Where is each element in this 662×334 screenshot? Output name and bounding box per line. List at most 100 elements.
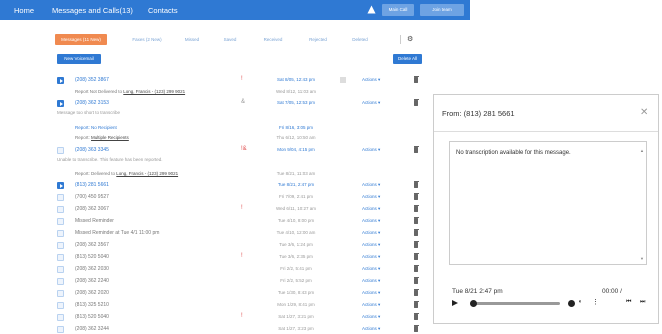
next-icon[interactable]: ⏭ [640,299,645,306]
table-row[interactable]: (208) 362 3067! Wed 6/11, 10:27 am Actions… [57,205,425,214]
table-row[interactable]: (208) 362 2030 Fri 2/2, 5:41 pm Actions ▾ [57,265,425,274]
actions-menu[interactable]: Actions ▾ [362,206,380,212]
table-row[interactable]: (700) 450 9527 Fri 7/09, 2:41 pm Actions ▾ [57,193,425,202]
checkbox-icon[interactable] [57,194,64,201]
table-row[interactable]: (813) 520 5040! Tue 3/6, 2:35 pm Actions ▾ [57,253,425,262]
actions-menu[interactable]: Actions ▾ [362,266,380,272]
trash-icon[interactable] [413,289,419,296]
trash-icon[interactable] [413,217,419,224]
actions-menu[interactable]: Actions ▾ [362,218,380,224]
row-number[interactable]: (208) 362 2240 [75,278,109,284]
row-number[interactable]: (208) 362 3244 [75,326,109,332]
actions-menu[interactable]: Actions ▾ [362,326,380,332]
table-row[interactable]: (208) 362 2240 Fri 2/2, 5:52 pm Actions ▾ [57,277,425,286]
tab-faxes[interactable]: Faxes (2 New) [127,34,167,45]
trash-icon[interactable] [413,253,419,260]
row-number[interactable]: (208) 362 3567 [75,242,109,248]
previous-icon[interactable]: ⏮ [626,299,631,306]
row-number[interactable]: (813) 520 5040 [75,314,109,320]
table-row[interactable]: (813) 281 5661 Tue 8/21, 2:47 pm Actions ▾ [57,181,425,190]
actions-menu[interactable]: Actions ▾ [362,278,380,284]
trash-icon[interactable] [413,76,419,83]
trash-icon[interactable] [413,181,419,188]
table-row[interactable]: (813) 325 5210 Mon 1/29, 8:41 pm Actions ▾ [57,301,425,310]
report-link-4[interactable]: Long, Francis - (123) 299 9021 [116,171,178,176]
trash-icon[interactable] [413,301,419,308]
row-number[interactable]: (208) 362 3153 [75,100,109,106]
checkbox-icon[interactable] [57,254,64,261]
trash-icon[interactable] [413,99,419,106]
tab-received[interactable]: Received [255,34,291,45]
actions-menu[interactable]: Actions ▾ [362,242,380,248]
trash-icon[interactable] [413,325,419,332]
trash-icon[interactable] [413,193,419,200]
audio-progress-thumb[interactable] [470,300,477,307]
row-number[interactable]: (813) 520 5040 [75,254,109,260]
join-team-button[interactable]: Join team [420,4,464,16]
actions-menu[interactable]: Actions ▾ [362,254,380,260]
checkbox-icon[interactable] [57,278,64,285]
row-number[interactable]: (813) 325 5210 [75,302,109,308]
actions-menu[interactable]: Actions ▾ [362,77,380,83]
warning-icon[interactable] [367,5,376,14]
table-row[interactable]: (208) 362 3153 & Sat 7/05, 12:53 pm Actions… [57,99,425,108]
report-link-3[interactable]: Multiple Recipients [91,135,129,140]
trash-icon[interactable] [413,313,419,320]
nav-contacts[interactable]: Contacts [148,6,178,15]
checkbox-icon[interactable] [57,206,64,213]
tab-rejected[interactable]: Rejected [301,34,335,45]
nav-home[interactable]: Home [14,6,34,15]
table-row[interactable]: (208) 352 3867! Sat 8/05, 12:43 pm Actions… [57,76,425,85]
delete-all-button[interactable]: Delete All [393,54,422,64]
close-icon[interactable]: ✕ [640,107,648,118]
table-row[interactable]: (208) 362 2020 Tue 1/30, 8:43 pm Actions ▾ [57,289,425,298]
scroll-up-icon[interactable]: ▲ [640,148,644,153]
row-number[interactable]: (208) 362 2030 [75,266,109,272]
checkbox-icon[interactable] [57,242,64,249]
trash-icon[interactable] [413,265,419,272]
transcript-box[interactable]: No transcription available for this mess… [449,141,647,265]
actions-menu[interactable]: Actions ▾ [362,100,380,106]
table-row[interactable]: Missed Reminder at Tue 4/1 11:00 pm Tue 4… [57,229,425,238]
checkbox-icon[interactable] [57,302,64,309]
actions-menu[interactable]: Actions ▾ [362,302,380,308]
checkbox-icon[interactable] [57,230,64,237]
table-row[interactable]: (208) 362 3567 Tue 3/6, 1:24 pm Actions ▾ [57,241,425,250]
scroll-down-icon[interactable]: ▼ [640,256,644,261]
table-row[interactable]: Missed Reminder Tue 4/10, 8:00 pm Actions … [57,217,425,226]
volume-icon[interactable]: ◖ [578,299,582,305]
checkbox-icon[interactable] [57,266,64,273]
actions-menu[interactable]: Actions ▾ [362,182,380,188]
report-link-1[interactable]: Long, Francis - (123) 299 9021 [123,89,185,94]
actions-menu[interactable]: Actions ▾ [362,230,380,236]
trash-icon[interactable] [413,241,419,248]
tab-saved[interactable]: Saved [215,34,245,45]
nav-messages[interactable]: Messages and Calls(13) [52,6,133,15]
checkbox-icon[interactable] [57,218,64,225]
new-voicemail-button[interactable]: New Voicemail [57,54,101,64]
row-number[interactable]: (208) 362 2020 [75,290,109,296]
checkbox-icon[interactable] [57,290,64,297]
row-number[interactable]: (208) 362 3067 [75,206,109,212]
play-icon[interactable] [57,100,64,107]
gear-icon[interactable]: ⚙ [407,35,413,43]
checkbox-icon[interactable] [57,314,64,321]
table-row[interactable]: (813) 520 5040! Sat 1/27, 3:21 pm Actions … [57,313,425,322]
actions-menu[interactable]: Actions ▾ [362,314,380,320]
trash-icon[interactable] [413,229,419,236]
tab-deleted[interactable]: Deleted [343,34,377,45]
play-icon[interactable] [57,182,64,189]
tab-missed[interactable]: Missed [177,34,207,45]
checkbox-icon[interactable] [57,326,64,333]
trash-icon[interactable] [413,146,419,153]
row-number[interactable]: Missed Reminder [75,218,114,224]
checkbox-icon[interactable] [57,147,64,154]
more-options-icon[interactable]: ⋮ [592,298,599,306]
row-number[interactable]: Missed Reminder at Tue 4/1 11:00 pm [75,230,159,236]
row-number[interactable]: (700) 450 9527 [75,194,109,200]
actions-menu[interactable]: Actions ▾ [362,290,380,296]
audio-progress-track[interactable] [470,302,560,305]
table-row[interactable]: (208) 362 3244 Sat 1/27, 3:23 pm Actions ▾ [57,325,425,334]
actions-menu[interactable]: Actions ▾ [362,194,380,200]
table-row[interactable]: (208) 363 3345 !& Mon 9/04, 4:15 pm Actions… [57,146,425,155]
